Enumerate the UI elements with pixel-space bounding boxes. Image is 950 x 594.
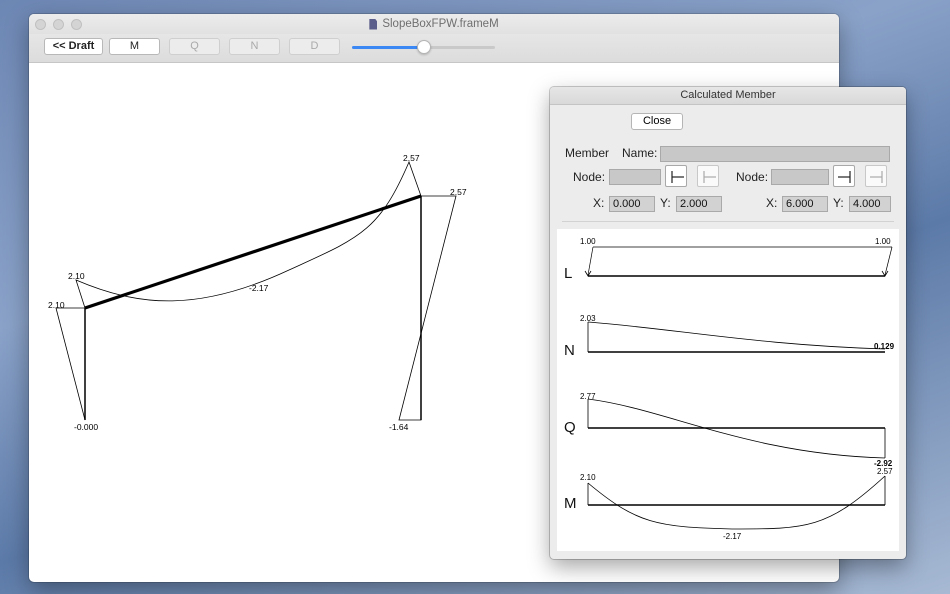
- q-diagram-button[interactable]: Q: [169, 38, 220, 55]
- close-window-icon[interactable]: [35, 19, 46, 30]
- node-right-field[interactable]: [771, 169, 829, 185]
- shear-start-label: 2.77: [580, 392, 596, 401]
- right-fixed-support-button[interactable]: [833, 165, 855, 187]
- member-diagram-canvas: 1.00 1.00 2.03 0.129 2.77 -2.92 2.10 2.5…: [580, 237, 895, 541]
- load-diagram: 1.00 1.00: [580, 237, 893, 277]
- left-top-label: 2.10: [48, 300, 65, 310]
- node-left-label: Node:: [573, 170, 606, 184]
- d-diagram-button[interactable]: D: [289, 38, 340, 55]
- moment-min-label: -2.17: [723, 532, 742, 541]
- left-top-upper-label: 2.10: [68, 271, 85, 281]
- member-diagrams: L N Q M 1.00 1.00 2.03 0.129 2.77 -2.92 …: [557, 229, 899, 551]
- window-controls: [35, 19, 82, 30]
- right-base-label: -1.64: [389, 422, 409, 432]
- slider-fill: [352, 46, 424, 49]
- left-y-label: Y:: [660, 196, 671, 210]
- fixed-support-icon: [671, 171, 684, 183]
- right-y-field[interactable]: 4.000: [849, 196, 891, 212]
- node-left-field[interactable]: [609, 169, 661, 185]
- bending-moment-diagram: 2.10 2.57 -2.17: [580, 467, 893, 541]
- m-diagram-button[interactable]: M: [109, 38, 160, 55]
- hinge-support-icon: [703, 171, 716, 183]
- left-fixed-support-button[interactable]: [665, 165, 687, 187]
- panel-title: Calculated Member: [550, 87, 906, 105]
- left-base-label: -0.000: [74, 422, 98, 432]
- name-label: Name:: [622, 146, 658, 160]
- separator: [562, 221, 894, 222]
- left-x-label: X:: [593, 196, 605, 210]
- right-y-label: Y:: [833, 196, 844, 210]
- left-x-field[interactable]: 0.000: [609, 196, 655, 212]
- right-x-field[interactable]: 6.000: [782, 196, 828, 212]
- load-end-label: 1.00: [875, 237, 891, 246]
- right-x-label: X:: [766, 196, 778, 210]
- normal-end-label: 0.129: [874, 342, 895, 351]
- node-right-label: Node:: [736, 170, 769, 184]
- left-y-field[interactable]: 2.000: [676, 196, 722, 212]
- moment-start-label: 2.10: [580, 473, 596, 482]
- member-label: Member: [565, 146, 610, 160]
- window-title: SlopeBoxFPW.frameM: [382, 18, 499, 30]
- titlebar: SlopeBoxFPW.frameM: [29, 14, 839, 34]
- zoom-window-icon[interactable]: [71, 19, 82, 30]
- scale-slider[interactable]: [352, 40, 495, 54]
- left-column-moment: [55, 307, 86, 421]
- calculated-member-panel: Calculated Member Close Member Name: Nod…: [550, 87, 906, 559]
- normal-force-diagram: 2.03 0.129: [580, 314, 895, 353]
- right-column-moment: [398, 195, 457, 421]
- right-hinge-support-button[interactable]: [865, 165, 887, 187]
- document-icon: [369, 18, 378, 30]
- right-top-upper-label: 2.57: [403, 153, 420, 163]
- n-diagram-button[interactable]: N: [229, 38, 280, 55]
- load-start-label: 1.00: [580, 237, 596, 246]
- slider-knob[interactable]: [416, 40, 431, 54]
- right-top-label: 2.57: [450, 187, 467, 197]
- fixed-support-icon: [838, 171, 851, 183]
- moment-end-label: 2.57: [877, 467, 893, 476]
- beam-mid-label: -2.17: [249, 283, 269, 293]
- name-field[interactable]: [660, 146, 890, 162]
- draft-button[interactable]: << Draft: [44, 38, 103, 55]
- minimize-window-icon[interactable]: [53, 19, 64, 30]
- hinge-support-icon: [870, 171, 883, 183]
- left-hinge-support-button[interactable]: [697, 165, 719, 187]
- shear-force-diagram: 2.77 -2.92: [580, 392, 893, 468]
- normal-start-label: 2.03: [580, 314, 596, 323]
- close-button[interactable]: Close: [631, 113, 683, 130]
